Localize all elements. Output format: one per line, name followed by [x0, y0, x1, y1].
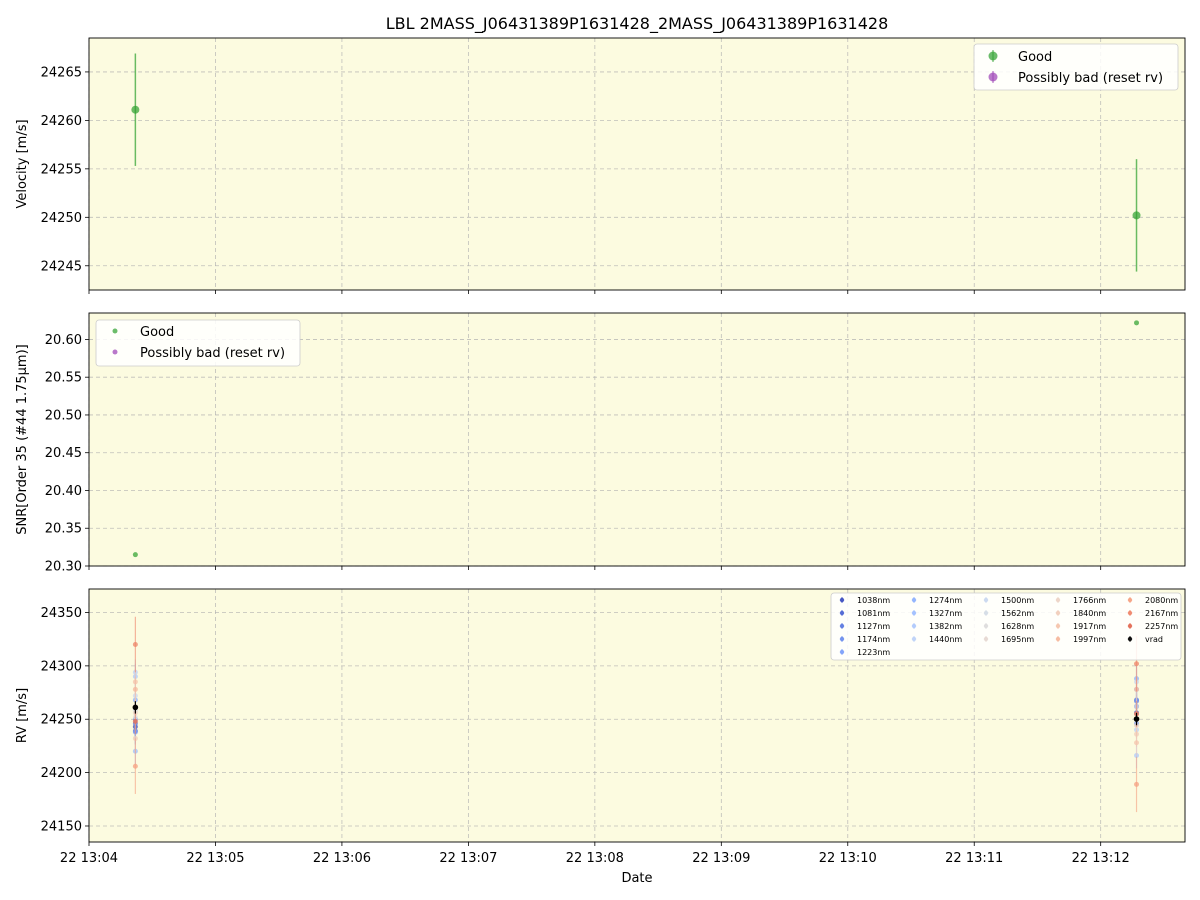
rv-y-axis-label: RV [m/s]	[15, 688, 30, 743]
legend-marker-icon	[839, 597, 845, 603]
rv-y-tick-label: 24250	[41, 713, 82, 728]
rv-panel: 22 13:04 22 13:05 22 13:06 22 13:07 22 13:08…	[15, 588, 1186, 886]
rv-point	[132, 686, 138, 692]
velocity-legend-label: Possibly bad (reset rv)	[1018, 71, 1163, 86]
rv-point	[1134, 661, 1140, 667]
rv-legend-label: 1562nm	[1001, 609, 1034, 618]
x-tick-label: 22 13:07	[439, 851, 497, 866]
legend-marker-icon	[983, 623, 989, 629]
rv-legend-label: 1628nm	[1001, 622, 1034, 631]
velocity-y-tick-label: 24250	[41, 211, 82, 226]
rv-y-tick-label: 24150	[41, 819, 82, 834]
x-tick-label: 22 13:06	[313, 851, 371, 866]
rv-point	[1134, 781, 1140, 787]
rv-y-tick-label: 24200	[41, 766, 82, 781]
legend-marker-icon	[1055, 623, 1061, 629]
snr-point	[132, 552, 138, 558]
legend-marker-icon	[839, 610, 845, 616]
rv-legend-label: 1038nm	[857, 596, 890, 605]
snr-panel: 20.30 20.35 20.40 20.45 20.50 20.55 20.60 SNR[O…	[15, 312, 1186, 575]
legend-marker-icon	[1055, 597, 1061, 603]
velocity-legend-label: Good	[1018, 50, 1052, 65]
rv-point	[132, 718, 138, 724]
legend-marker-icon	[1127, 623, 1133, 629]
rv-legend-label: 2257nm	[1145, 622, 1178, 631]
x-tick-label: 22 13:12	[1072, 851, 1130, 866]
velocity-panel: 24245 24250 24255 24260 24265 Velocity [m/s] G…	[15, 37, 1186, 294]
rv-legend-label: vrad	[1145, 635, 1163, 644]
rv-legend-label: 2167nm	[1145, 609, 1178, 618]
rv-legend-label: 1382nm	[929, 622, 962, 631]
rv-legend-label: 1174nm	[857, 635, 890, 644]
snr-legend-label: Possibly bad (reset rv)	[140, 346, 285, 361]
legend-marker-icon	[911, 597, 917, 603]
velocity-y-tick-label: 24265	[41, 65, 82, 80]
rv-point	[1134, 740, 1140, 746]
legend-marker-icon	[911, 623, 917, 629]
figure-title: LBL 2MASS_J06431389P1631428_2MASS_J06431…	[386, 14, 889, 34]
legend-marker-icon	[1055, 636, 1061, 642]
rv-point	[132, 642, 138, 648]
snr-y-tick-label: 20.35	[45, 522, 82, 537]
x-tick-label: 22 13:04	[60, 851, 118, 866]
rv-legend-label: 1997nm	[1073, 635, 1106, 644]
rv-point	[132, 704, 139, 711]
velocity-point	[1132, 211, 1141, 220]
legend-marker-icon	[983, 636, 989, 642]
velocity-y-axis-label: Velocity [m/s]	[15, 119, 30, 208]
snr-y-tick-label: 20.45	[45, 446, 82, 461]
velocity-point	[131, 105, 140, 114]
rv-y-tick-label: 24300	[41, 659, 82, 674]
legend-marker-icon	[112, 328, 118, 334]
snr-legend-label: Good	[140, 325, 174, 340]
legend-marker-icon	[988, 72, 998, 82]
velocity-y-tick-label: 24255	[41, 162, 82, 177]
snr-point	[1134, 320, 1140, 326]
rv-legend-label: 1440nm	[929, 635, 962, 644]
legend-marker-icon	[983, 610, 989, 616]
figure: LBL 2MASS_J06431389P1631428_2MASS_J06431…	[0, 0, 1200, 900]
legend-marker-icon	[839, 649, 845, 655]
x-axis-label: Date	[621, 871, 652, 886]
rv-point	[1133, 716, 1140, 722]
rv-legend-label: 1500nm	[1001, 596, 1034, 605]
legend-marker-icon	[911, 610, 917, 616]
rv-legend-label: 1223nm	[857, 648, 890, 657]
rv-legend-label: 1081nm	[857, 609, 890, 618]
velocity-y-tick-label: 24245	[41, 259, 82, 274]
legend-marker-icon	[112, 349, 118, 355]
velocity-y-tick-label: 24260	[41, 114, 82, 129]
x-tick-label: 22 13:10	[819, 851, 877, 866]
legend-marker-icon	[839, 623, 845, 629]
legend-marker-icon	[1055, 610, 1061, 616]
x-tick-label: 22 13:08	[566, 851, 624, 866]
legend-marker-icon	[911, 636, 917, 642]
snr-y-tick-label: 20.50	[45, 408, 82, 423]
rv-legend-label: 1840nm	[1073, 609, 1106, 618]
snr-y-tick-label: 20.30	[45, 560, 82, 575]
x-tick-label: 22 13:09	[692, 851, 750, 866]
snr-y-tick-label: 20.60	[45, 333, 82, 348]
rv-y-tick-label: 24350	[41, 606, 82, 621]
rv-point	[132, 763, 138, 769]
rv-legend-label: 1327nm	[929, 609, 962, 618]
rv-legend-label: 1917nm	[1073, 622, 1106, 631]
snr-y-tick-label: 20.55	[45, 371, 82, 386]
rv-legend-label: 1127nm	[857, 622, 890, 631]
rv-legend-label: 2080nm	[1145, 596, 1178, 605]
snr-y-tick-label: 20.40	[45, 484, 82, 499]
legend-marker-icon	[988, 51, 998, 61]
rv-legend-label: 1695nm	[1001, 635, 1034, 644]
legend-marker-icon	[1127, 597, 1133, 603]
rv-legend-label: 1274nm	[929, 596, 962, 605]
legend-marker-icon	[983, 597, 989, 603]
legend-marker-icon	[839, 636, 845, 642]
x-tick-label: 22 13:11	[945, 851, 1003, 866]
x-tick-label: 22 13:05	[186, 851, 244, 866]
legend-marker-icon	[1127, 610, 1133, 616]
rv-legend-label: 1766nm	[1073, 596, 1106, 605]
snr-y-axis-label: SNR[Order 35 (#44 1.75μm)]	[15, 344, 30, 535]
legend-marker-icon	[1127, 636, 1133, 642]
